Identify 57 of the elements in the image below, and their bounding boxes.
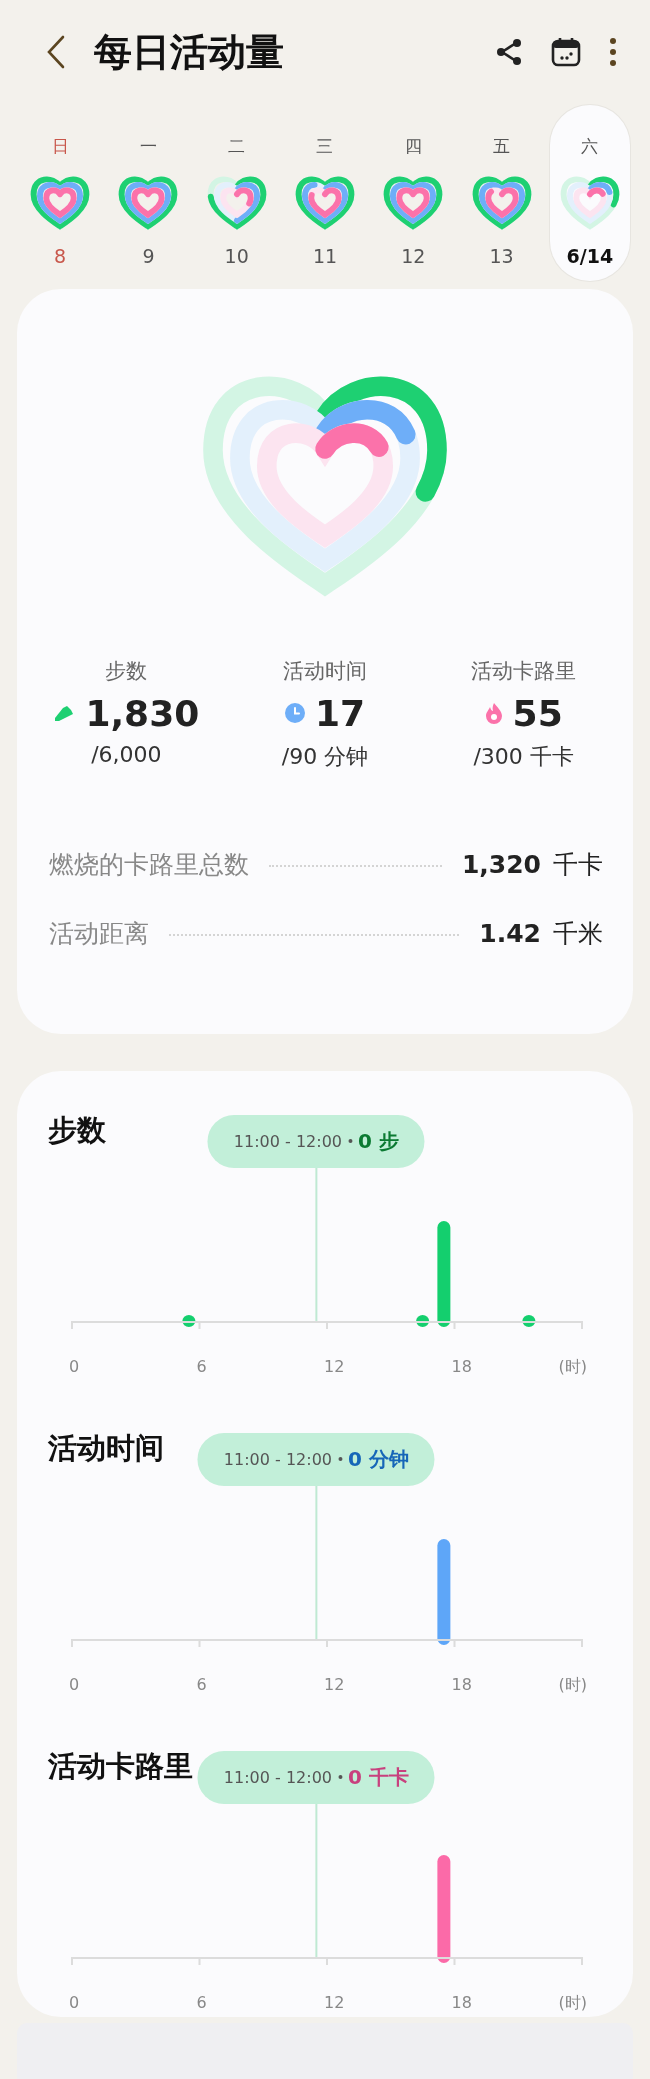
axis-unit: (时) [558,1674,587,1696]
chart-title: 步数 [48,1111,106,1149]
tooltip-value: 0 分钟 [348,1445,409,1473]
total-value: 1,320 [461,849,541,879]
day-tab[interactable]: 一 9 [108,104,189,281]
axis-label: 12 [324,1992,345,2012]
axis-label: 12 [324,1674,345,1694]
axis-label: 6 [196,1674,207,1694]
total-unit: 千米 [553,917,603,950]
stat-goal: /300 千卡 [473,742,574,771]
chart-title: 活动卡路里 [48,1747,193,1785]
calendar-icon [550,36,582,69]
axis-label: 18 [451,1356,472,1376]
day-tab[interactable]: 六 6/14 [549,104,630,281]
axis-label: 18 [451,1992,472,2012]
stat-value: 1,830 [85,692,200,734]
day-tab[interactable]: 五 13 [461,104,542,281]
separator-dot [338,1775,342,1780]
tooltip-value: 0 步 [358,1127,399,1155]
back-icon [46,35,66,70]
share-icon [494,37,524,68]
axis-label: 6 [196,1992,207,2012]
separator-dot [348,1139,352,1144]
axis-unit: (时) [558,1356,587,1378]
shoe-icon [53,704,76,723]
stat-label: 活动时间 [283,657,367,685]
tooltip-value: 0 千卡 [348,1763,409,1791]
axis-label: 0 [69,1356,80,1376]
day-tab[interactable]: 三 11 [284,104,366,281]
total-unit: 千卡 [553,848,603,881]
axis-unit: (时) [558,1992,587,2014]
clock-icon [284,703,305,724]
chart-title: 活动时间 [48,1429,164,1467]
axis-label: 0 [69,1992,80,2012]
separator-dot [338,1457,342,1462]
day-tab[interactable]: 二 10 [196,104,277,281]
flame-icon [484,702,503,725]
stat-value: 17 [314,692,366,734]
stat-goal: /90 分钟 [281,742,369,771]
page-title: 每日活动量 [94,28,285,76]
stat-label: 活动卡路里 [471,657,577,685]
stat-value: 55 [512,692,563,734]
total-label: 活动距离 [49,917,149,950]
day-tab[interactable]: 四 12 [373,104,454,281]
total-label: 燃烧的卡路里总数 [49,848,249,881]
total-value: 1.42 [479,918,541,948]
time-range: 11:00 - 12:00 [223,1767,332,1787]
axis-label: 6 [196,1356,207,1376]
time-range: 11:00 - 12:00 [223,1449,332,1469]
axis-label: 12 [324,1356,345,1376]
time-range: 11:00 - 12:00 [233,1131,342,1151]
axis-label: 18 [451,1674,472,1694]
stat-goal: /6,000 [91,741,162,767]
axis-label: 0 [69,1674,80,1694]
more-icon [608,37,618,68]
stat-label: 步数 [105,657,148,685]
day-tab[interactable]: 日 8 [20,104,101,281]
